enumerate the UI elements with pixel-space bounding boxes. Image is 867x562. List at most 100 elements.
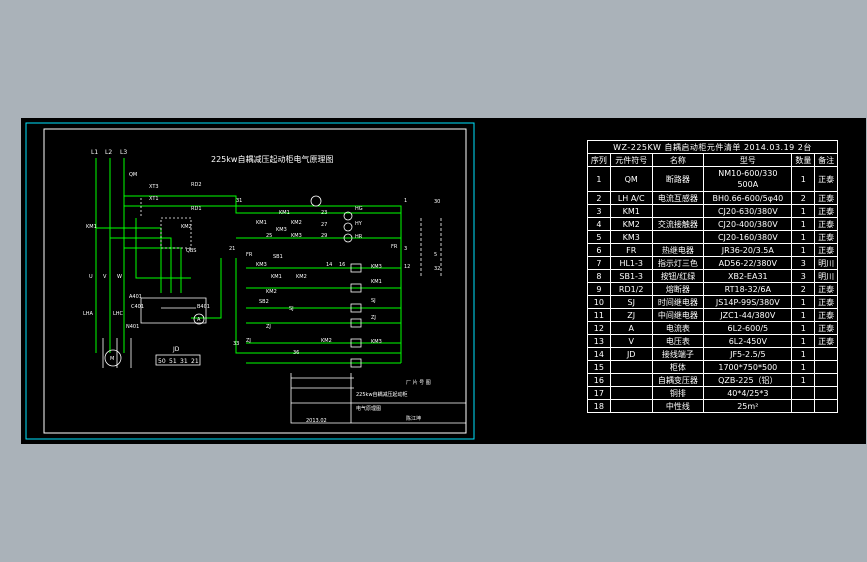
bom-cell: BH0.66-600/5φ40 [703, 191, 793, 205]
bom-cell [814, 347, 838, 361]
bom-body: 1 QM 断路器 NM10-600/330 500A 1 正泰 2 LH A/C 电流互感器 BH… [587, 166, 838, 413]
label-fr-left: FR [246, 252, 253, 258]
bom-cell: CJ20-160/380V [703, 230, 793, 244]
label-km2-a: KM2 [291, 220, 302, 226]
bom-cell: ZJ [609, 308, 653, 322]
bom-row: 1 QM 断路器 NM10-600/330 500A 1 正泰 [587, 166, 838, 192]
bom-cell: 1700*750*500 [703, 360, 793, 374]
bom-cell: 正泰 [814, 308, 838, 322]
label-rd2: RD2 [191, 182, 202, 188]
bom-header: 数量 [791, 153, 816, 167]
label-23: 23 [321, 210, 327, 216]
bom-cell: 正泰 [814, 217, 838, 231]
bom-cell: 6L2-600/5 [703, 321, 793, 335]
bom-cell: 1 [791, 243, 816, 257]
bom-cell: 1 [791, 217, 816, 231]
bom-cell: AD56-22/380V [703, 256, 793, 270]
bom-cell: JR36-20/3.5A [703, 243, 793, 257]
label-31: 31 [236, 198, 242, 204]
component-labels: QM XT3 XT1 RD2 RD1 31 1 KM1 KM1 KM2 KM3 … [83, 172, 440, 362]
bom-cell: 18 [587, 399, 611, 413]
label-sj-b: SJ [289, 306, 294, 312]
bom-cell: 11 [587, 308, 611, 322]
bom-row: 10 SJ 时间继电器 JS14P-99S/380V 1 正泰 [587, 295, 838, 309]
bom-header: 元件符号 [609, 153, 653, 167]
bom-cell: JZC1-44/380V [703, 308, 793, 322]
bom-cell [814, 386, 838, 400]
bom-cell: 3 [587, 204, 611, 218]
bom-cell: 1 [791, 204, 816, 218]
label-33: 33 [233, 341, 239, 347]
bom-row: 7 HL1-3 指示灯三色 AD56-22/380V 3 明川 [587, 256, 838, 270]
phase-label-l2: L2 [105, 149, 112, 156]
bom-cell: 40*4/25*3 [703, 386, 793, 400]
label-25: 25 [266, 233, 272, 239]
bom-row: 11 ZJ 中间继电器 JZC1-44/380V 1 正泰 [587, 308, 838, 322]
bom-row: 18 中性线 25m² [587, 399, 838, 413]
lamp-hy-icon [343, 222, 353, 232]
label-km2-c: KM2 [266, 289, 277, 295]
label-m: M [110, 356, 114, 362]
title-block: 厂 片 号 图 225kw自耦减压起动柜 电气原理图 2013.02 陈江坤 [306, 379, 431, 424]
bom-row: 8 SB1-3 按钮/红绿 XB2-EA31 3 明川 [587, 269, 838, 283]
bom-row: 15 柜体 1700*750*500 1 [587, 360, 838, 374]
title-block-r5: 陈江坤 [406, 415, 421, 422]
bom-cell: 17 [587, 386, 611, 400]
label-km1-e: KM1 [86, 224, 97, 230]
bom-row: 17 铜排 40*4/25*3 [587, 386, 838, 400]
bom-cell: 1 [791, 230, 816, 244]
bom-cell: JD [609, 347, 653, 361]
terminal-3: 31 [180, 358, 188, 365]
label-hr: HR [355, 234, 363, 240]
bom-cell: 1 [791, 166, 816, 192]
bom-cell: 25m² [703, 399, 793, 413]
bom-cell [651, 230, 705, 244]
bom-cell: 2 [791, 282, 816, 296]
bom-header: 型号 [703, 153, 793, 167]
label-qbs: QBS [186, 248, 196, 254]
terminal-label: JD [172, 346, 180, 353]
bom-cell: CJ20-630/380V [703, 204, 793, 218]
label-xt1: XT1 [149, 196, 159, 202]
bom-cell: 电压表 [651, 334, 705, 348]
label-lhc: LHC [113, 311, 124, 317]
label-b401: B401 [197, 304, 210, 310]
title-block-r3: 电气原理图 [356, 405, 381, 412]
bom-cell: 指示灯三色 [651, 256, 705, 270]
electrical-schematic: 225kw自耦减压起动柜电气原理图 L1 L2 L3 JD 50 51 31 2… [25, 122, 475, 440]
bom-cell: 9 [587, 282, 611, 296]
bom-cell: 1 [791, 334, 816, 348]
bom-cell: 1 [791, 347, 816, 361]
terminal-2: 51 [169, 358, 177, 365]
label-qm: QM [129, 172, 137, 178]
bom-cell: 正泰 [814, 204, 838, 218]
bom-cell: KM1 [609, 204, 653, 218]
bom-cell [814, 360, 838, 374]
phase-label-l1: L1 [91, 149, 98, 156]
label-hg: HG [355, 206, 363, 212]
bom-cell: SB1-3 [609, 269, 653, 283]
bom-cell: HL1-3 [609, 256, 653, 270]
label-14: 14 [326, 262, 332, 268]
bom-header-row: 序列 元件符号 名称 型号 数量 备注 [587, 153, 838, 167]
bom-table: WZ-225KW 自耦启动柜元件清单 2014.03.19 2台 序列 元件符号… [587, 140, 838, 413]
bom-cell: 明川 [814, 256, 838, 270]
bom-cell: 6 [587, 243, 611, 257]
bom-cell: 5 [587, 230, 611, 244]
bom-cell: 10 [587, 295, 611, 309]
bom-cell [814, 399, 838, 413]
label-km3-b: KM3 [291, 233, 302, 239]
relay-coils [350, 263, 362, 368]
label-km1-a: KM1 [279, 210, 290, 216]
label-16: 16 [339, 262, 345, 268]
label-v: V [103, 274, 107, 280]
bom-cell [609, 373, 653, 387]
label-12: 12 [404, 264, 410, 270]
bom-cell: 交流接触器 [651, 217, 705, 231]
inner-frame [43, 128, 467, 434]
label-c401: C401 [131, 304, 144, 310]
bom-cell: 按钮/红绿 [651, 269, 705, 283]
bom-cell: 3 [791, 269, 816, 283]
label-km1-d: KM1 [371, 279, 382, 285]
bom-cell: QZB-225（铝） [703, 373, 793, 387]
